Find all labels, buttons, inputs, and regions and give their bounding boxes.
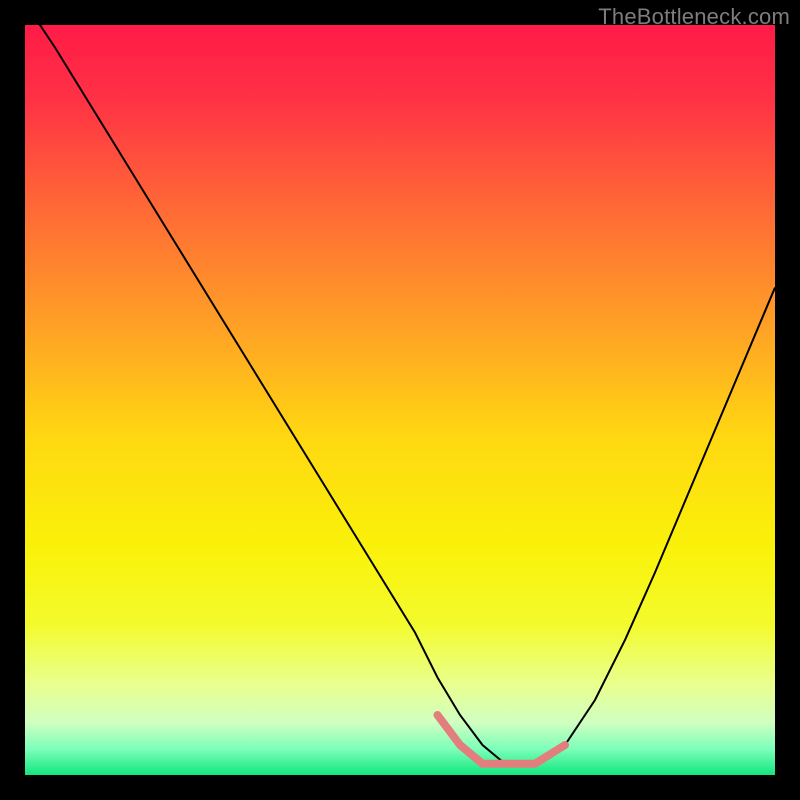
chart-frame: TheBottleneck.com	[0, 0, 800, 800]
plot-area	[25, 25, 775, 775]
watermark-text: TheBottleneck.com	[598, 4, 790, 30]
gradient-background	[25, 25, 775, 775]
chart-svg	[25, 25, 775, 775]
